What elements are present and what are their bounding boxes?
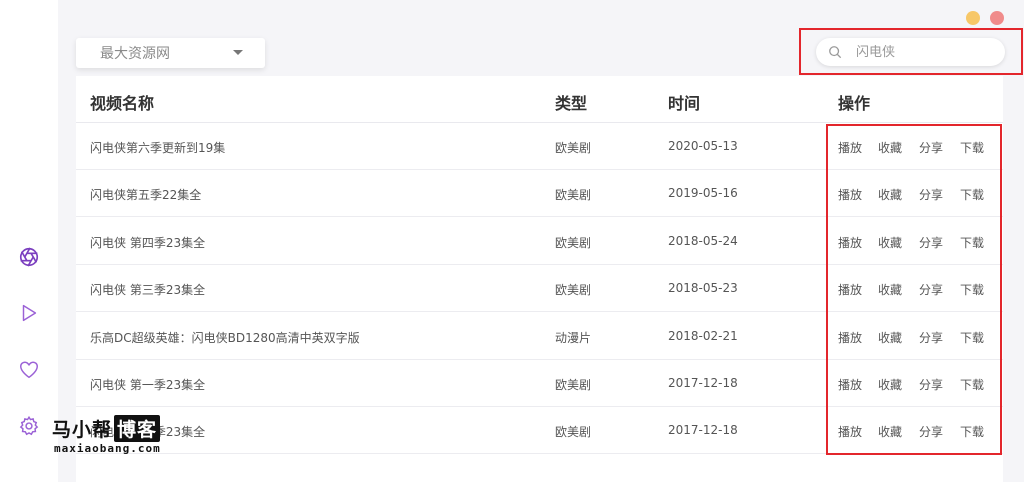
watermark-url: maxiaobang.com — [54, 442, 161, 455]
search-icon — [829, 46, 842, 59]
search-box[interactable] — [816, 38, 1005, 66]
search-input[interactable] — [856, 44, 986, 60]
video-type: 欧美剧 — [555, 235, 592, 250]
sidebar — [0, 0, 58, 482]
share-link[interactable]: 分享 — [919, 139, 943, 156]
watermark-text: 马小帮 — [52, 419, 113, 441]
column-header-type: 类型 — [555, 94, 588, 113]
video-name[interactable]: 闪电侠第六季更新到19集 — [90, 139, 225, 156]
share-link[interactable]: 分享 — [919, 423, 943, 440]
favorite-link[interactable]: 收藏 — [878, 281, 902, 298]
download-link[interactable]: 下载 — [960, 329, 984, 346]
share-link[interactable]: 分享 — [919, 376, 943, 393]
video-date: 2018-05-23 — [668, 281, 738, 296]
video-name[interactable]: 闪电侠 第四季23集全 — [90, 234, 205, 251]
video-date: 2017-12-18 — [668, 376, 738, 390]
play-link[interactable]: 播放 — [838, 376, 862, 393]
favorite-link[interactable]: 收藏 — [878, 234, 902, 251]
close-dot[interactable] — [990, 11, 1004, 25]
video-type: 欧美剧 — [555, 141, 592, 155]
share-link[interactable]: 分享 — [919, 329, 943, 346]
video-name[interactable]: 乐高DC超级英雄：闪电侠BD1280高清中英双字版 — [90, 329, 360, 346]
table-header: 视频名称 类型 时间 操作 — [76, 76, 1003, 123]
download-link[interactable]: 下载 — [960, 376, 984, 393]
video-date: 2018-02-21 — [668, 328, 738, 343]
table-row[interactable]: 闪电侠 第一季23集全 欧美剧 2017-12-18 播放 收藏 分享 下载 — [76, 360, 1003, 407]
chevron-down-icon — [233, 50, 243, 55]
table-row[interactable]: 闪电侠第六季更新到19集 欧美剧 2020-05-13 播放 收藏 分享 下载 — [76, 123, 1003, 170]
share-link[interactable]: 分享 — [919, 234, 943, 251]
share-link[interactable]: 分享 — [919, 186, 943, 203]
video-type: 欧美剧 — [555, 425, 592, 440]
video-date: 2018-05-24 — [668, 233, 738, 248]
play-link[interactable]: 播放 — [838, 329, 862, 346]
table-row[interactable]: 闪电侠 第四季23集全 欧美剧 2018-05-24 播放 收藏 分享 下载 — [76, 218, 1003, 265]
video-date: 2019-05-16 — [668, 186, 738, 201]
column-header-actions: 操作 — [838, 94, 871, 113]
download-link[interactable]: 下载 — [960, 186, 984, 203]
video-date: 2017-12-18 — [668, 423, 738, 438]
source-select[interactable]: 最大资源网 — [76, 38, 265, 68]
watermark-logo: 马小帮 博客 maxiaobang.com — [52, 415, 182, 461]
video-name[interactable]: 闪电侠 第三季23集全 — [90, 281, 205, 298]
favorite-link[interactable]: 收藏 — [878, 139, 902, 156]
play-link[interactable]: 播放 — [838, 234, 862, 251]
heart-icon[interactable] — [16, 357, 42, 383]
favorite-link[interactable]: 收藏 — [878, 186, 902, 203]
play-link[interactable]: 播放 — [838, 423, 862, 440]
download-link[interactable]: 下载 — [960, 139, 984, 156]
gear-icon[interactable] — [16, 413, 42, 439]
favorite-link[interactable]: 收藏 — [878, 423, 902, 440]
video-name[interactable]: 闪电侠 第一季23集全 — [90, 376, 205, 393]
video-type: 动漫片 — [555, 330, 592, 345]
column-header-time: 时间 — [668, 94, 701, 113]
play-link[interactable]: 播放 — [838, 281, 862, 298]
play-link[interactable]: 播放 — [838, 186, 862, 203]
video-date: 2020-05-13 — [668, 139, 738, 153]
watermark-boxed-text: 博客 — [114, 415, 161, 442]
video-type: 欧美剧 — [555, 283, 592, 298]
favorite-link[interactable]: 收藏 — [878, 329, 902, 346]
table-row[interactable]: 闪电侠 第三季23集全 欧美剧 2018-05-23 播放 收藏 分享 下载 — [76, 265, 1003, 313]
table-row[interactable]: 闪电侠 第二季23集全 欧美剧 2017-12-18 播放 收藏 分享 下载 — [76, 407, 1003, 455]
video-type: 欧美剧 — [555, 378, 592, 392]
column-header-name: 视频名称 — [90, 94, 155, 113]
share-link[interactable]: 分享 — [919, 281, 943, 298]
video-name[interactable]: 闪电侠第五季22集全 — [90, 186, 201, 203]
video-table: 视频名称 类型 时间 操作 闪电侠第六季更新到19集 欧美剧 2020-05-13 播… — [76, 76, 1003, 482]
download-link[interactable]: 下载 — [960, 234, 984, 251]
source-select-value: 最大资源网 — [100, 46, 170, 62]
favorite-link[interactable]: 收藏 — [878, 376, 902, 393]
table-row[interactable]: 闪电侠第五季22集全 欧美剧 2019-05-16 播放 收藏 分享 下载 — [76, 170, 1003, 218]
aperture-icon[interactable] — [16, 244, 42, 270]
download-link[interactable]: 下载 — [960, 281, 984, 298]
minimize-dot[interactable] — [966, 11, 980, 25]
table-row[interactable]: 乐高DC超级英雄：闪电侠BD1280高清中英双字版 动漫片 2018-02-21 播放… — [76, 313, 1003, 360]
play-link[interactable]: 播放 — [838, 139, 862, 156]
play-icon[interactable] — [16, 300, 42, 326]
video-type: 欧美剧 — [555, 188, 592, 203]
download-link[interactable]: 下载 — [960, 423, 984, 440]
